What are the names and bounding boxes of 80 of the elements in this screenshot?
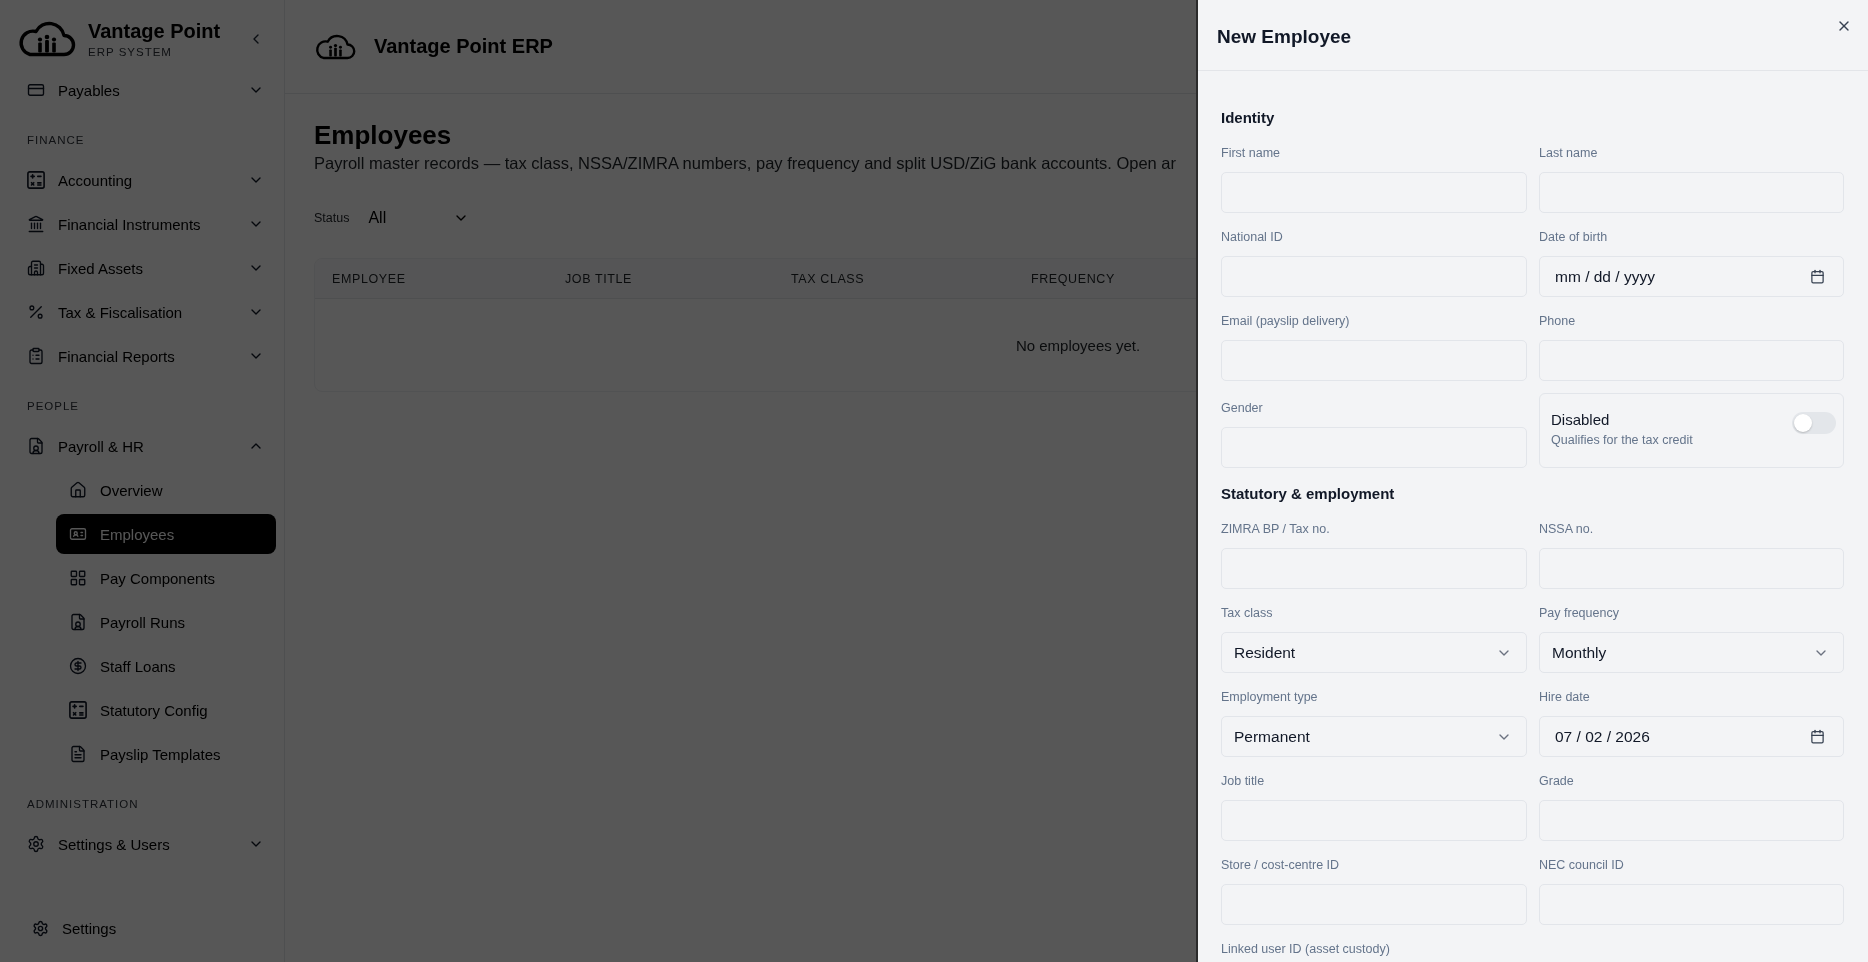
field-label: Email (payslip delivery) — [1221, 313, 1350, 329]
nav-item[interactable]: Settings & Users — [18, 822, 276, 866]
column-header: TAX CLASS — [790, 271, 865, 286]
toggle-label: Disabled — [1551, 410, 1610, 428]
nav-subitem[interactable]: Statutory Config — [56, 690, 276, 730]
nav-item[interactable]: Fixed Assets — [18, 246, 276, 290]
section-heading: PEOPLE — [26, 399, 81, 414]
nav-subitem[interactable]: Pay Components — [56, 558, 276, 598]
bank-icon — [27, 215, 45, 233]
home-icon — [69, 481, 87, 499]
field-label: Store / cost-centre ID — [1221, 857, 1340, 873]
page-description: Payroll master records — tax class, NSSA/ZIMRA numbers, pay frequency and split USD/ZiG bank accounts. Open ar — [314, 153, 1176, 173]
field-label: Gender — [1221, 400, 1263, 416]
section-heading: ADMINISTRATION — [26, 797, 140, 812]
calculator-icon — [69, 701, 87, 719]
filter-label: Status — [314, 211, 350, 225]
field-label: Hire date — [1539, 689, 1590, 705]
column-header: EMPLOYEE — [331, 271, 406, 286]
field-label: NSSA no. — [1539, 521, 1594, 537]
settings-icon — [32, 919, 49, 937]
nav-item[interactable]: Tax & Fiscalisation — [18, 290, 276, 334]
empty-state-message: No employees yet. — [1015, 336, 1141, 354]
select-field[interactable]: Permanent — [1221, 716, 1527, 757]
nav-subitem[interactable]: Staff Loans — [56, 646, 276, 686]
nav-item[interactable]: Financial Reports — [18, 334, 276, 378]
field-label: Pay frequency — [1539, 605, 1619, 621]
cloud-logo-icon — [315, 32, 356, 61]
section-heading: FINANCE — [26, 133, 86, 148]
percent-icon — [27, 303, 45, 321]
id-card-icon — [69, 525, 87, 543]
nav-item[interactable]: Financial Instruments — [18, 202, 276, 246]
status-select[interactable]: All — [368, 204, 470, 232]
drawer-title: New Employee — [1217, 26, 1352, 48]
app-title: Vantage Point ERP — [374, 35, 553, 58]
field-label: Tax class — [1221, 605, 1273, 621]
date-input[interactable]: 07 / 02 / 2026 — [1539, 716, 1844, 757]
settings-link[interactable]: Settings — [23, 906, 276, 950]
field-label: Employment type — [1221, 689, 1318, 705]
building-icon — [27, 259, 45, 277]
grid-icon — [69, 569, 87, 587]
nav-subitem[interactable]: Overview — [56, 470, 276, 510]
clipboard-icon — [27, 347, 45, 365]
calendar-icon — [1810, 729, 1825, 744]
nav-subitem[interactable]: Payslip Templates — [56, 734, 276, 774]
nav-item[interactable]: Payables — [18, 68, 276, 112]
nav-item[interactable]: Accounting — [18, 158, 276, 202]
field-label: ZIMRA BP / Tax no. — [1221, 521, 1330, 537]
field-label: Date of birth — [1539, 229, 1608, 245]
field-label: Job title — [1221, 773, 1265, 789]
field-label: National ID — [1221, 229, 1283, 245]
field-label: Last name — [1539, 145, 1598, 161]
section-title: Statutory & employment — [1221, 486, 1396, 502]
card-icon — [27, 81, 45, 99]
dollar-icon — [69, 657, 87, 675]
brand-name: Vantage Point — [88, 19, 221, 42]
nav-item[interactable]: Payroll & HR — [18, 424, 276, 468]
brand-subtitle: ERP SYSTEM — [88, 45, 173, 59]
document-person-icon — [27, 437, 45, 455]
nav-subitem[interactable]: Payroll Runs — [56, 602, 276, 642]
cloud-logo-icon — [18, 19, 76, 59]
field-label: Linked user ID (asset custody) — [1221, 941, 1390, 957]
document-icon — [69, 745, 87, 763]
toggle-switch[interactable] — [1792, 411, 1836, 434]
calendar-icon — [1810, 269, 1825, 284]
field-label: Grade — [1539, 773, 1574, 789]
settings-icon — [27, 835, 45, 853]
select-field[interactable]: Monthly — [1539, 632, 1844, 673]
column-header: JOB TITLE — [564, 271, 632, 286]
page-title: Employees — [314, 120, 452, 150]
column-header: FREQUENCY — [1030, 271, 1115, 286]
nav-subitem[interactable]: Employees — [56, 514, 276, 554]
field-label: Phone — [1539, 313, 1576, 329]
calculator-icon — [27, 171, 45, 189]
section-title: Identity — [1221, 110, 1276, 126]
toggle-description: Qualifies for the tax credit — [1551, 432, 1693, 447]
select-field[interactable]: Resident — [1221, 632, 1527, 673]
date-input[interactable]: mm / dd / yyyy — [1539, 256, 1844, 297]
field-label: NEC council ID — [1539, 857, 1624, 873]
field-label: First name — [1221, 145, 1281, 161]
document-person-icon — [69, 613, 87, 631]
